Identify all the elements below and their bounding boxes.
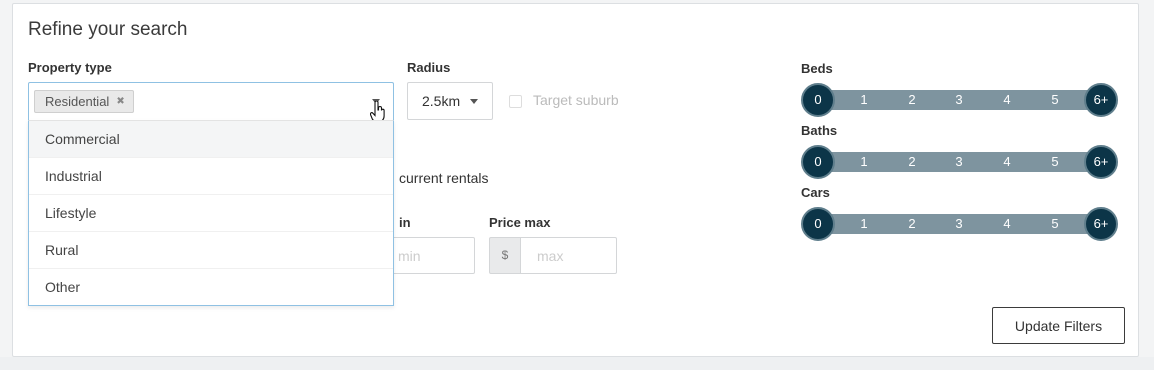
cars-tick-3[interactable]: 3 (939, 207, 979, 241)
beds-slider[interactable]: 1 2 3 4 5 0 6+ (801, 83, 1121, 117)
cars-tick-5[interactable]: 5 (1035, 207, 1075, 241)
option-rural[interactable]: Rural (29, 232, 393, 269)
tag-remove-icon[interactable]: ✖ (116, 91, 124, 112)
property-type-select[interactable]: Residential ✖ (28, 82, 394, 120)
beds-min-handle[interactable]: 0 (801, 83, 835, 117)
beds-tick-3[interactable]: 3 (939, 83, 979, 117)
target-suburb-checkbox[interactable] (509, 95, 522, 108)
beds-tick-2[interactable]: 2 (892, 83, 932, 117)
price-min-label: in (399, 215, 411, 230)
price-max-input[interactable]: max (520, 237, 617, 274)
page-footer-strip (0, 357, 1154, 370)
price-min-input[interactable]: min (394, 237, 475, 274)
beds-tick-4[interactable]: 4 (987, 83, 1027, 117)
panel-title: Refine your search (28, 19, 188, 40)
baths-label: Baths (801, 123, 838, 138)
baths-tick-5[interactable]: 5 (1035, 145, 1075, 179)
baths-slider[interactable]: 1 2 3 4 5 0 6+ (801, 145, 1121, 179)
option-other[interactable]: Other (29, 269, 393, 306)
cars-tick-2[interactable]: 2 (892, 207, 932, 241)
cars-max-handle[interactable]: 6+ (1084, 207, 1118, 241)
refine-search-panel: Refine your search Property type Residen… (12, 3, 1139, 357)
cars-tick-4[interactable]: 4 (987, 207, 1027, 241)
update-filters-button[interactable]: Update Filters (992, 307, 1125, 344)
beds-max-handle[interactable]: 6+ (1084, 83, 1118, 117)
property-type-label: Property type (28, 60, 112, 75)
option-lifestyle[interactable]: Lifestyle (29, 195, 393, 232)
option-industrial[interactable]: Industrial (29, 158, 393, 195)
baths-min-handle[interactable]: 0 (801, 145, 835, 179)
cars-label: Cars (801, 185, 830, 200)
current-rentals-text: current rentals (399, 170, 489, 186)
cars-slider[interactable]: 1 2 3 4 5 0 6+ (801, 207, 1121, 241)
baths-max-handle[interactable]: 6+ (1084, 145, 1118, 179)
baths-tick-3[interactable]: 3 (939, 145, 979, 179)
radius-select[interactable]: 2.5km (407, 82, 493, 120)
selected-tag-residential: Residential ✖ (34, 90, 134, 113)
tag-label: Residential (45, 94, 110, 109)
property-type-dropdown: Commercial Industrial Lifestyle Rural Ot… (28, 120, 394, 306)
baths-tick-1[interactable]: 1 (844, 145, 884, 179)
baths-tick-4[interactable]: 4 (987, 145, 1027, 179)
beds-label: Beds (801, 61, 833, 76)
beds-tick-5[interactable]: 5 (1035, 83, 1075, 117)
radius-value: 2.5km (422, 93, 461, 109)
currency-prefix: $ (489, 237, 521, 274)
cars-min-handle[interactable]: 0 (801, 207, 835, 241)
option-commercial[interactable]: Commercial (29, 121, 393, 158)
price-max-label: Price max (489, 215, 551, 230)
radius-label: Radius (407, 60, 451, 75)
target-suburb-label[interactable]: Target suburb (533, 92, 619, 108)
beds-tick-1[interactable]: 1 (844, 83, 884, 117)
cars-tick-1[interactable]: 1 (844, 207, 884, 241)
chevron-down-icon (470, 99, 478, 104)
baths-tick-2[interactable]: 2 (892, 145, 932, 179)
